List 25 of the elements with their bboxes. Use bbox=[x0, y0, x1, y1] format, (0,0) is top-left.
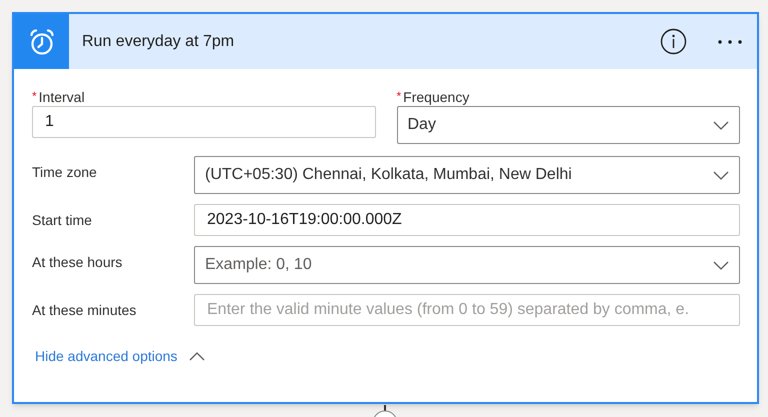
field-label: At these hours bbox=[32, 253, 124, 272]
required-asterisk: * bbox=[396, 88, 402, 105]
field-label: Frequency bbox=[403, 88, 470, 107]
input-field[interactable]: 1 bbox=[32, 106, 376, 138]
dropdown[interactable]: (UTC+05:30) Chennai, Kolkata, Mumbai, New Delhi bbox=[194, 156, 740, 194]
chevron-down-icon bbox=[713, 170, 729, 180]
alarm-clock-icon bbox=[28, 28, 54, 56]
field-label: Time zone bbox=[32, 163, 98, 182]
dropdown-placeholder: Example: 0, 10 bbox=[205, 255, 313, 275]
chevron-down-icon bbox=[713, 260, 729, 270]
input-field[interactable]: Enter the valid minute values (from 0 to 59) separated by comma, e. bbox=[194, 294, 740, 326]
chevron-down-icon bbox=[713, 120, 729, 130]
dropdown-value: (UTC+05:30) Chennai, Kolkata, Mumbai, New Delhi bbox=[205, 165, 573, 185]
input-field[interactable]: 2023-10-16T19:00:00.000Z bbox=[194, 204, 740, 236]
info-icon[interactable] bbox=[660, 28, 687, 55]
hide-advanced-options-link[interactable]: Hide advanced options bbox=[35, 346, 206, 367]
field-label: Start time bbox=[32, 211, 93, 230]
required-asterisk: * bbox=[32, 88, 37, 105]
dropdown-value: Day bbox=[408, 115, 437, 135]
dropdown[interactable]: Example: 0, 10 bbox=[194, 246, 740, 284]
card-title: Run everyday at 7pm bbox=[82, 32, 236, 52]
field-label: At these minutes bbox=[32, 301, 138, 320]
field-label: Interval bbox=[38, 88, 85, 107]
more-options-icon[interactable] bbox=[717, 38, 743, 44]
dropdown[interactable]: Day bbox=[396, 106, 740, 144]
